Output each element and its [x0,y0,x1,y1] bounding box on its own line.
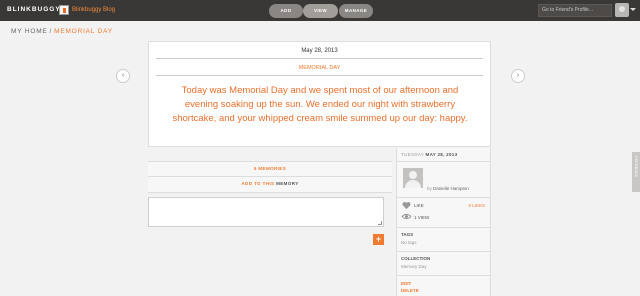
memory-collection[interactable]: MEMORIAL DAY [149,65,490,71]
add-to-this-label: ADD TO THIS [241,181,275,186]
memory-text: Today was Memorial Day and we spent most… [172,85,468,124]
friend-profile-search[interactable]: Go to Friend's Profile... [538,4,612,17]
edit-link[interactable]: EDIT [401,281,411,286]
nav-view-button[interactable]: VIEW [303,4,338,18]
memory-date: May 28, 2013 [301,48,338,54]
divider [397,197,490,198]
memory-card: May 28, 2013 MEMORIAL DAY Today was Memo… [148,41,491,147]
collection-label: COLLECTION [401,256,431,261]
plus-icon: + [375,234,382,244]
sidebar-date-value: MAY 28, 2013 [425,152,458,157]
avatar-icon[interactable] [403,168,423,188]
breadcrumb-home[interactable]: MY HOME [11,28,48,35]
delete-link[interactable]: DELETE [401,288,419,293]
tags-value: No tags [401,240,417,245]
memories-count-link[interactable]: 5 MEMORIES [148,161,392,177]
divider [397,251,490,252]
nav-add-button[interactable]: ADD [269,4,303,18]
add-to-memory-link[interactable]: ADD TO THIS MEMORY [148,177,392,193]
divider [397,161,490,162]
divider [156,58,483,59]
add-comment-button[interactable]: + [373,234,384,245]
memory-word-label: MEMORY [276,181,299,186]
likes-count: 0 LIKES [468,203,485,208]
sidebar-date: TUESDAY MAY 28, 2013 [401,152,457,157]
feedback-tab[interactable]: FEEDBACK [632,152,640,192]
views-count: 1 VIEW [414,215,430,220]
collection-value[interactable]: Memory Day [401,264,427,269]
sidebar-day: TUESDAY [401,152,424,157]
tags-label: TAGS [401,232,414,237]
blog-link[interactable]: Blinkbuggy Blog [72,7,115,13]
by-label: by [427,186,432,191]
like-button[interactable]: LIKE [414,203,424,208]
divider [397,227,490,228]
author-name[interactable]: Danielle Hampton [433,186,469,191]
memory-details-sidebar: TUESDAY MAY 28, 2013 by Danielle Hampton… [396,148,491,296]
nav-manage-button[interactable]: MANAGE [339,4,373,18]
heart-icon[interactable] [402,201,411,210]
comment-input[interactable] [148,197,384,227]
eye-icon [401,213,412,220]
breadcrumb: MY HOME / MEMORIAL DAY [11,28,113,35]
breadcrumb-current: MEMORIAL DAY [54,28,113,35]
chevron-right-icon: › [516,72,520,79]
divider [156,75,483,76]
previous-memory-button[interactable]: ‹ [116,69,130,83]
logo[interactable]: BLINKBUGGY [7,6,61,13]
user-avatar-icon[interactable] [615,3,629,17]
divider [397,275,490,276]
chevron-down-icon[interactable] [630,8,636,11]
blog-icon [59,5,69,15]
breadcrumb-separator: / [49,28,53,35]
chevron-left-icon: ‹ [121,72,125,79]
feedback-label: FEEDBACK [634,156,639,178]
author-line: by Danielle Hampton [427,186,469,191]
top-bar: BLINKBUGGY Blinkbuggy Blog ADD VIEW MANA… [0,0,640,21]
next-memory-button[interactable]: › [511,69,525,83]
resize-handle-icon[interactable] [378,221,382,225]
